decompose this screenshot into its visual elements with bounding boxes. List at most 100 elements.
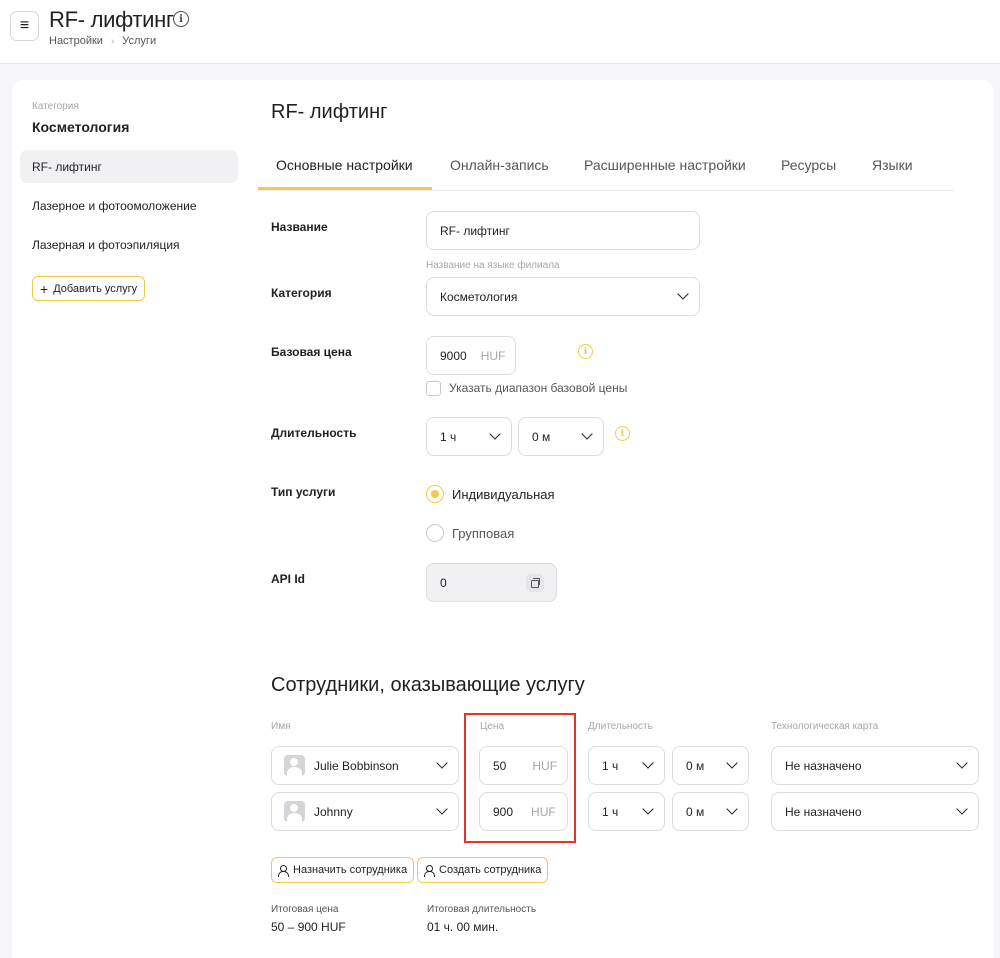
copy-icon[interactable]: [526, 574, 544, 592]
duration-label: Длительность: [271, 426, 357, 440]
chevron-down-icon: [642, 757, 654, 769]
breadcrumb-item-services[interactable]: Услуги: [122, 35, 156, 47]
price-input[interactable]: 9000 HUF: [426, 336, 516, 375]
tabs: Основные настройки Онлайн-запись Расшире…: [258, 145, 954, 191]
chevron-down-icon: [581, 428, 593, 440]
price-label: Базовая цена: [271, 345, 352, 359]
assign-employee-label: Назначить сотрудника: [293, 864, 408, 876]
total-duration-label: Итоговая длительность: [427, 904, 537, 915]
api-id-input[interactable]: 0: [426, 563, 557, 602]
category-value: Косметология: [440, 289, 518, 304]
top-bar: ≡ RF- лифтинг i Настройки › Услуги: [0, 0, 1000, 64]
duration-hours-value: 1 ч: [440, 429, 457, 444]
type-group-radio[interactable]: [426, 524, 444, 542]
chevron-down-icon: [642, 803, 654, 815]
employee-hours-select[interactable]: 1 ч: [588, 792, 665, 831]
chevron-down-icon: [489, 428, 501, 440]
person-icon: [278, 864, 289, 877]
create-employee-button[interactable]: Создать сотрудника: [417, 857, 549, 883]
staff-section-title: Сотрудники, оказывающие услугу: [271, 674, 585, 696]
employee-minutes-value: 0 м: [686, 758, 705, 773]
employee-hours-value: 1 ч: [602, 804, 619, 819]
total-duration-value: 01 ч. 00 мин.: [427, 920, 499, 934]
info-icon[interactable]: i: [173, 11, 189, 27]
page-title: RF- лифтинг: [49, 7, 174, 32]
category-field-label: Категория: [271, 286, 332, 300]
person-add-icon: [424, 864, 435, 877]
breadcrumb: Настройки › Услуги: [49, 35, 156, 47]
add-service-button[interactable]: + Добавить услугу: [32, 276, 146, 301]
price-column-highlight: [464, 713, 576, 843]
column-name: Имя: [271, 721, 291, 732]
name-value: RF- лифтинг: [440, 223, 510, 238]
menu-button[interactable]: ≡: [10, 11, 39, 41]
service-title: RF- лифтинг: [271, 101, 388, 123]
avatar: [284, 755, 305, 776]
hamburger-icon: ≡: [19, 17, 30, 34]
api-id-value: 0: [440, 575, 447, 590]
name-label: Название: [271, 220, 328, 234]
employee-select[interactable]: Johnny: [271, 792, 459, 831]
total-price-label: Итоговая цена: [271, 904, 339, 915]
chevron-down-icon: [436, 757, 448, 769]
sidebar-item-laser-epilation[interactable]: Лазерная и фотоэпиляция: [20, 228, 238, 261]
type-group-label: Групповая: [452, 526, 515, 541]
employee-minutes-value: 0 м: [686, 804, 705, 819]
assign-employee-button[interactable]: Назначить сотрудника: [271, 857, 415, 883]
employee-hours-value: 1 ч: [602, 758, 619, 773]
sidebar-item-label: RF- лифтинг: [32, 159, 102, 174]
column-tech-card: Технологическая карта: [771, 721, 879, 732]
employee-select[interactable]: Julie Bobbinson: [271, 746, 459, 785]
sidebar-item-label: Лазерное и фотоомоложение: [32, 198, 197, 213]
type-individual-radio[interactable]: [426, 485, 444, 503]
add-service-label: Добавить услугу: [53, 282, 138, 295]
chevron-down-icon: [956, 803, 968, 815]
price-unit: HUF: [480, 348, 506, 363]
chevron-down-icon: [726, 803, 738, 815]
column-duration: Длительность: [588, 721, 653, 732]
employee-name: Johnny: [314, 804, 353, 819]
duration-minutes-value: 0 м: [532, 429, 551, 444]
price-range-checkbox[interactable]: [426, 381, 441, 396]
plus-icon: +: [40, 280, 49, 297]
name-hint: Название на языке филиала: [426, 260, 560, 271]
employee-minutes-select[interactable]: 0 м: [672, 746, 749, 785]
active-tab-indicator: [258, 187, 432, 190]
tab-advanced-settings[interactable]: Расширенные настройки: [584, 157, 746, 191]
category-select[interactable]: Косметология: [426, 277, 700, 316]
employee-minutes-select[interactable]: 0 м: [672, 792, 749, 831]
breadcrumb-item-settings[interactable]: Настройки: [49, 35, 103, 47]
duration-minutes-select[interactable]: 0 м: [518, 417, 604, 456]
chevron-down-icon: [726, 757, 738, 769]
create-employee-label: Создать сотрудника: [439, 864, 542, 876]
price-info-icon[interactable]: i: [578, 344, 593, 359]
employee-hours-select[interactable]: 1 ч: [588, 746, 665, 785]
name-input[interactable]: RF- лифтинг: [426, 211, 700, 250]
tech-card-select[interactable]: Не назначено: [771, 746, 979, 785]
service-type-label: Тип услуги: [271, 485, 336, 499]
tech-card-value: Не назначено: [785, 758, 862, 773]
type-individual-label: Индивидуальная: [452, 487, 555, 502]
chevron-down-icon: [677, 288, 689, 300]
chevron-right-icon: ›: [110, 35, 115, 47]
tab-languages[interactable]: Языки: [872, 157, 913, 191]
category-label: Категория: [32, 101, 79, 112]
price-range-label: Указать диапазон базовой цены: [449, 381, 628, 395]
avatar: [284, 801, 305, 822]
chevron-down-icon: [956, 757, 968, 769]
chevron-down-icon: [436, 803, 448, 815]
duration-hours-select[interactable]: 1 ч: [426, 417, 512, 456]
sidebar-item-laser-rejuvenation[interactable]: Лазерное и фотоомоложение: [20, 189, 238, 222]
sidebar-item-rf-lifting[interactable]: RF- лифтинг: [20, 150, 238, 183]
tech-card-value: Не назначено: [785, 804, 862, 819]
duration-info-icon[interactable]: i: [615, 426, 630, 441]
employee-name: Julie Bobbinson: [314, 758, 399, 773]
tech-card-select[interactable]: Не назначено: [771, 792, 979, 831]
total-price-value: 50 – 900 HUF: [271, 920, 346, 934]
tab-basic-settings[interactable]: Основные настройки: [276, 157, 413, 191]
price-value: 9000: [440, 348, 467, 363]
tab-online-booking[interactable]: Онлайн-запись: [450, 157, 549, 191]
api-id-label: API Id: [271, 572, 306, 586]
tab-resources[interactable]: Ресурсы: [781, 157, 836, 191]
sidebar-item-label: Лазерная и фотоэпиляция: [32, 237, 180, 252]
